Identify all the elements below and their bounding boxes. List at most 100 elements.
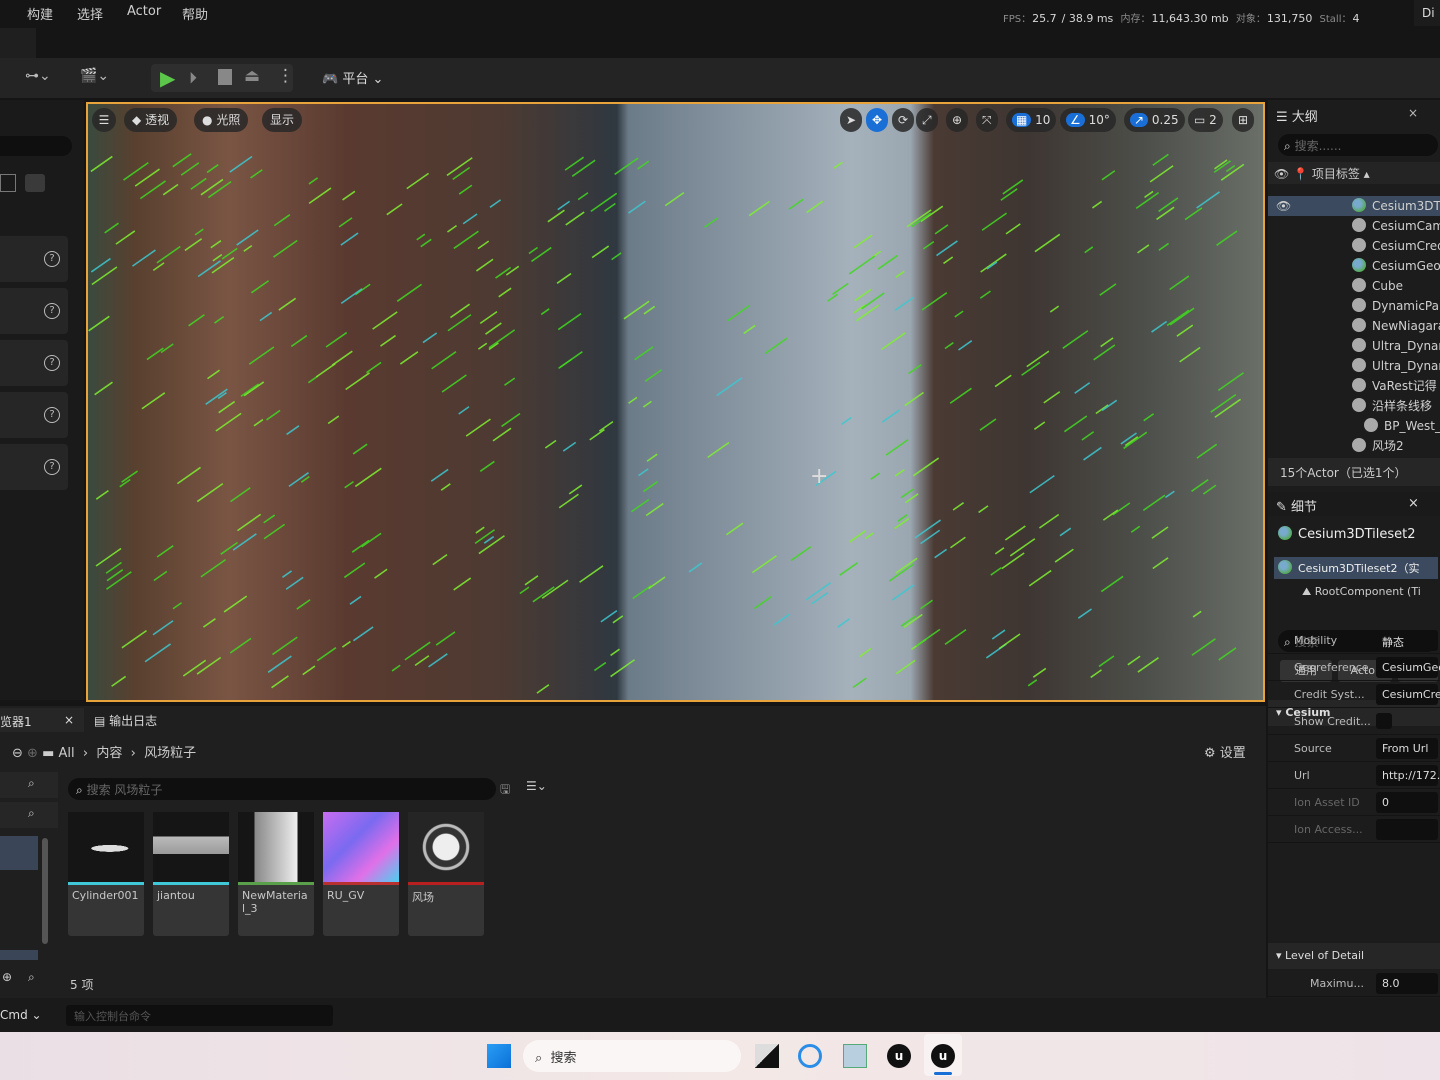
rotate-tool[interactable]: ⟳ (892, 108, 915, 132)
sources-search[interactable]: ⌕ (0, 772, 58, 798)
forward-icon[interactable]: ⊕ (27, 746, 38, 761)
left-row[interactable]: ? (0, 288, 68, 334)
crumb-all[interactable]: All (59, 746, 75, 761)
left-row[interactable]: ? (0, 444, 68, 490)
prop-value[interactable]: 静态 (1376, 630, 1438, 651)
close-icon[interactable]: × (1408, 496, 1419, 511)
outliner-item[interactable]: Ultra_Dynar (1268, 336, 1440, 356)
app-icon-2[interactable] (798, 1044, 822, 1068)
translate-tool[interactable]: ✥ (866, 108, 889, 132)
root-component[interactable]: ⛰ RootComponent (Ti (1302, 585, 1421, 599)
mode-icon-2[interactable] (25, 174, 45, 192)
prop-value[interactable]: CesiumCre (1376, 684, 1440, 705)
outliner-item[interactable]: CesiumGeo (1268, 256, 1440, 276)
outliner-item[interactable]: DynamicPa (1268, 296, 1440, 316)
left-search[interactable] (0, 136, 72, 156)
camera-speed-button[interactable]: ▭ 2 (1188, 108, 1223, 132)
outliner-item[interactable]: BP_West_ (1268, 416, 1440, 436)
component-instance[interactable]: Cesium3DTileset2（实 (1274, 557, 1438, 579)
console-input[interactable]: 输入控制台命令 (66, 1005, 333, 1026)
layout-icon[interactable]: ⊞ (1232, 108, 1255, 132)
outliner-item[interactable]: Cube (1268, 276, 1440, 296)
cinematics-icon[interactable]: 🎬⌄ (80, 68, 109, 84)
left-row[interactable]: ? (0, 340, 68, 386)
grid-snap-toggle[interactable]: ▦ 10 (1006, 108, 1057, 132)
outliner-search[interactable]: ⌕ 搜索...... (1278, 134, 1438, 156)
top-right-tab[interactable]: Di (1414, 0, 1440, 26)
eject-icon[interactable]: ⏏ (244, 66, 260, 86)
cmd-dropdown[interactable]: Cmd ⌄ (0, 1008, 42, 1022)
level-tab[interactable] (0, 28, 36, 58)
help-icon[interactable]: ? (44, 355, 60, 371)
level-viewport[interactable]: + ☰ ◆ 透视 ● 光照 显示 ➤ ✥ ⟳ ⤢ ⊕ ⤧ ▦ 10 ∠ 10° … (86, 102, 1265, 702)
asset-tile[interactable]: jiantou (153, 812, 229, 936)
checkbox[interactable] (1376, 713, 1392, 729)
scrollbar[interactable] (42, 838, 48, 944)
folder-tree-item[interactable] (0, 950, 38, 960)
content-browser-tab[interactable]: 览器1 × (0, 708, 84, 732)
left-row[interactable]: ? (0, 392, 68, 438)
prop-value[interactable]: 8.0 (1376, 973, 1438, 994)
menu-select[interactable]: 选择 (77, 4, 103, 23)
scale-tool[interactable]: ⤢ (916, 108, 938, 132)
world-local-icon[interactable]: ⊕ (946, 108, 969, 132)
monitor-icon[interactable] (843, 1044, 867, 1068)
left-row[interactable]: ? (0, 236, 68, 282)
app-icon-1[interactable] (755, 1044, 779, 1068)
close-icon[interactable]: × (1408, 106, 1418, 120)
asset-tile[interactable]: RU_GV (323, 812, 399, 936)
collections-search[interactable]: ⌕ (0, 802, 58, 828)
blueprint-icon[interactable]: ⊶⌄ (25, 68, 51, 84)
filter-icon[interactable]: ☰⌄ (526, 779, 547, 793)
crumb-folder[interactable]: 风场粒子 (144, 746, 196, 761)
prop-value[interactable] (1376, 819, 1438, 840)
windows-start-icon[interactable] (487, 1044, 511, 1068)
outliner-item[interactable]: 👁 Cesium3DT (1268, 196, 1440, 216)
eye-icon[interactable]: 👁 (1276, 196, 1291, 216)
select-tool[interactable]: ➤ (840, 108, 863, 132)
close-icon[interactable]: × (64, 713, 74, 727)
outliner-item[interactable]: Ultra_Dynar (1268, 356, 1440, 376)
lighting-button[interactable]: ● 光照 (194, 108, 249, 132)
outliner-item[interactable]: CesiumCred (1268, 236, 1440, 256)
asset-tile[interactable]: Cylinder001 (68, 812, 144, 936)
play-icon[interactable]: ▶ (160, 66, 175, 90)
scale-snap-toggle[interactable]: ↗ 0.25 (1124, 108, 1185, 132)
menu-actor[interactable]: Actor (127, 4, 161, 19)
rotation-snap-toggle[interactable]: ∠ 10° (1060, 108, 1116, 132)
help-icon[interactable]: ? (44, 251, 60, 267)
viewport-menu-button[interactable]: ☰ (92, 108, 116, 132)
help-icon[interactable]: ? (44, 459, 60, 475)
more-options-icon[interactable]: ⋮ (277, 66, 294, 86)
asset-tile[interactable]: 风场 (408, 812, 484, 936)
settings-button[interactable]: ⚙ 设置 (1204, 742, 1246, 761)
save-search-icon[interactable]: 🖫 (500, 780, 510, 801)
outliner-tab[interactable]: ☰ 大纲 (1276, 106, 1318, 125)
details-tab[interactable]: ✎ 细节 × (1268, 492, 1440, 516)
output-log-tab[interactable]: ▤ 输出日志 (94, 712, 157, 729)
stop-icon[interactable] (218, 69, 232, 85)
outliner-item[interactable]: 风场2 (1268, 436, 1440, 456)
menu-build[interactable]: 构建 (27, 4, 53, 23)
menu-help[interactable]: 帮助 (182, 4, 208, 23)
folder-tree-selected[interactable] (0, 836, 38, 870)
surface-snap-icon[interactable]: ⤧ (976, 108, 998, 132)
asset-tile[interactable]: NewMaterial_3 (238, 812, 314, 936)
asset-search[interactable]: ⌕ 搜索 风场粒子 (68, 778, 496, 800)
mode-icon-1[interactable] (0, 174, 16, 192)
help-icon[interactable]: ? (44, 303, 60, 319)
prop-value[interactable]: CesiumGeo (1376, 657, 1440, 678)
unreal-icon[interactable]: u (887, 1044, 911, 1068)
prop-value[interactable]: 0 (1376, 792, 1438, 813)
crumb-content[interactable]: 内容 (96, 746, 122, 761)
section-lod[interactable]: ▾ Level of Detail (1268, 943, 1440, 969)
taskbar-search[interactable]: ⌕ 搜索 (523, 1040, 741, 1072)
search-icon[interactable]: ⌕ (28, 970, 35, 985)
platform-button[interactable]: 🎮 平台 ⌄ (322, 68, 383, 87)
prop-value[interactable]: From Url (1376, 738, 1438, 759)
back-icon[interactable]: ⊖ (12, 746, 23, 761)
outliner-item[interactable]: VaRest记得 (1268, 376, 1440, 396)
show-button[interactable]: 显示 (262, 108, 303, 132)
outliner-item[interactable]: NewNiagara (1268, 316, 1440, 336)
add-icon[interactable]: ⊕ (2, 970, 12, 984)
